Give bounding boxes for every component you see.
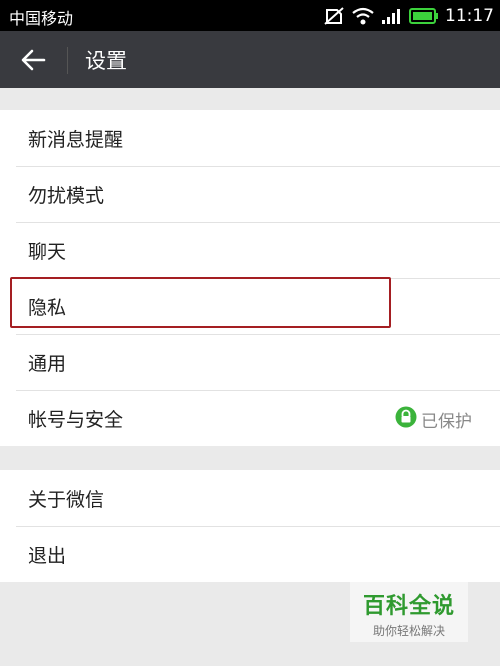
settings-item-label: 通用 — [28, 353, 67, 375]
status-time: 11:17 — [445, 6, 494, 26]
settings-item-about-wechat[interactable]: 关于微信 — [0, 470, 500, 526]
watermark-title: 百科全说 — [362, 594, 455, 619]
carrier-name: 中国移动 — [9, 9, 74, 28]
settings-item-label: 勿扰模式 — [28, 185, 105, 207]
wifi-icon — [351, 7, 375, 25]
back-arrow-icon[interactable] — [20, 47, 46, 73]
privacy-highlight-box — [10, 277, 391, 328]
settings-item-label: 聊天 — [28, 241, 67, 263]
settings-item-label: 新消息提醒 — [28, 129, 124, 151]
battery-icon — [409, 7, 439, 25]
settings-item-label: 关于微信 — [28, 489, 105, 511]
watermark-logo: 百科全说 助你轻松解决 — [350, 582, 468, 642]
protection-status-text: 已保护 — [421, 411, 472, 432]
status-bar: 中国移动 11:17 — [0, 0, 500, 31]
no-sim-icon — [323, 7, 345, 25]
settings-item-notifications[interactable]: 新消息提醒 — [0, 110, 500, 166]
protection-status-badge: 已保护 — [395, 406, 472, 432]
settings-item-label: 退出 — [28, 545, 67, 567]
signal-icon — [381, 7, 403, 25]
page-title: 设置 — [85, 49, 127, 73]
settings-group-about: 关于微信 退出 — [0, 470, 500, 582]
settings-item-account-security[interactable]: 帐号与安全 已保护 — [0, 390, 500, 446]
settings-item-do-not-disturb[interactable]: 勿扰模式 — [0, 166, 500, 222]
app-bar-divider — [67, 47, 68, 74]
app-bar: 设置 — [0, 31, 500, 88]
settings-item-chat[interactable]: 聊天 — [0, 222, 500, 278]
settings-item-label: 帐号与安全 — [28, 409, 124, 431]
settings-item-general[interactable]: 通用 — [0, 334, 500, 390]
settings-item-logout[interactable]: 退出 — [0, 526, 500, 582]
status-icons: 11:17 — [317, 4, 494, 28]
watermark-subtitle: 助你轻松解决 — [372, 624, 445, 638]
lock-icon — [395, 406, 417, 432]
